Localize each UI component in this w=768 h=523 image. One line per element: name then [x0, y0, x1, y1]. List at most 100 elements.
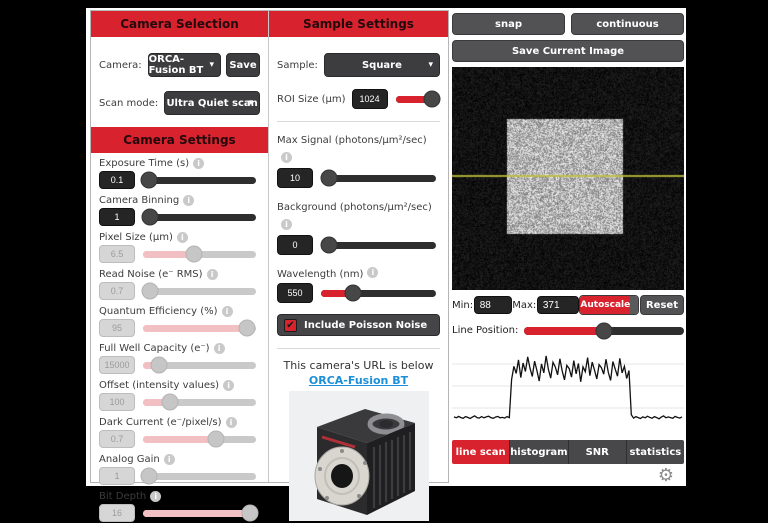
- slider-thumb[interactable]: [321, 237, 338, 254]
- scan-mode-label: Scan mode:: [99, 98, 158, 109]
- save-camera-button[interactable]: Save: [226, 53, 260, 77]
- slider-thumb[interactable]: [423, 91, 440, 108]
- sample-select-value: Square: [362, 60, 402, 71]
- camera-column: Camera Selection Camera: ORCA-Fusion BT …: [91, 11, 269, 482]
- settings-panel: Camera Selection Camera: ORCA-Fusion BT …: [90, 10, 449, 483]
- info-icon[interactable]: i: [214, 343, 225, 354]
- info-icon[interactable]: i: [367, 267, 378, 278]
- tab-histogram[interactable]: histogram: [510, 440, 568, 464]
- autoscale-toggle-handle[interactable]: [630, 296, 638, 314]
- bit-depth-value: [99, 504, 135, 522]
- tab-line-scan[interactable]: line scan: [452, 440, 510, 464]
- analog-gain-slider: [143, 473, 256, 480]
- max-signal-value[interactable]: [277, 168, 313, 188]
- scan-mode-select[interactable]: Ultra Quiet scan ▾: [164, 91, 260, 115]
- autoscale-toggle[interactable]: Autoscale: [579, 295, 639, 315]
- min-label: Min:: [452, 300, 473, 311]
- slider-thumb: [150, 357, 167, 374]
- pixel-size-value: [99, 245, 135, 263]
- wavelength-value[interactable]: [277, 283, 313, 303]
- camera-url-link[interactable]: ORCA-Fusion BT: [269, 374, 448, 387]
- offset-slider: [143, 399, 256, 406]
- roi-size-label: ROI Size (µm): [277, 94, 346, 105]
- dark-current-value: [99, 430, 135, 448]
- quantum-efficiency-group: Quantum Efficiency (%) i: [99, 305, 260, 338]
- offset-group: Offset (intensity values)i: [99, 379, 260, 412]
- info-icon[interactable]: i: [281, 152, 292, 163]
- info-icon[interactable]: i: [164, 454, 175, 465]
- quantum-efficiency-label: Quantum Efficiency (%): [99, 306, 218, 317]
- background-group: Background (photons/µm²/sec) i: [277, 195, 440, 256]
- info-icon[interactable]: i: [226, 417, 237, 428]
- camera-binning-slider[interactable]: [143, 214, 256, 221]
- info-icon[interactable]: i: [177, 232, 188, 243]
- save-current-image-button[interactable]: Save Current Image: [452, 40, 684, 62]
- exposure-time-slider[interactable]: [143, 177, 256, 184]
- info-icon[interactable]: i: [183, 195, 194, 206]
- read-noise-value: [99, 282, 135, 300]
- camera-image-canvas[interactable]: [452, 67, 684, 290]
- quantum-efficiency-slider: [143, 325, 256, 332]
- continuous-button[interactable]: continuous: [571, 13, 684, 35]
- slider-thumb: [238, 320, 255, 337]
- camera-binning-label: Camera Binning: [99, 195, 179, 206]
- sample-settings-header: Sample Settings: [269, 11, 448, 37]
- slider-thumb[interactable]: [140, 172, 157, 189]
- slider-thumb[interactable]: [345, 285, 362, 302]
- max-signal-group: Max Signal (photons/µm²/sec)i: [277, 128, 440, 189]
- max-signal-slider[interactable]: [321, 175, 436, 182]
- chevron-down-icon: ▾: [209, 60, 214, 70]
- exposure-time-value[interactable]: [99, 171, 135, 189]
- camera-product-image: [269, 391, 448, 521]
- slider-thumb: [141, 283, 158, 300]
- info-icon[interactable]: i: [223, 380, 234, 391]
- include-poisson-noise-toggle[interactable]: ✔ Include Poisson Noise: [277, 314, 440, 336]
- roi-size-value[interactable]: [352, 89, 388, 109]
- background-slider[interactable]: [321, 242, 436, 249]
- line-position-slider[interactable]: [524, 327, 684, 335]
- snap-button[interactable]: snap: [452, 13, 565, 35]
- info-icon[interactable]: i: [207, 269, 218, 280]
- slider-thumb[interactable]: [141, 209, 158, 226]
- reset-button[interactable]: Reset: [640, 295, 684, 315]
- info-icon[interactable]: i: [193, 158, 204, 169]
- info-icon[interactable]: i: [150, 491, 161, 502]
- bit-depth-slider: [143, 510, 256, 517]
- roi-size-slider[interactable]: [396, 96, 436, 103]
- camera-settings-header: Camera Settings: [91, 127, 268, 153]
- tab-snr[interactable]: SNR: [569, 440, 627, 464]
- slider-thumb: [185, 246, 202, 263]
- camera-select[interactable]: ORCA-Fusion BT ▾: [148, 53, 221, 77]
- line-position-label: Line Position:: [452, 325, 518, 336]
- read-noise-group: Read Noise (e⁻ RMS) i: [99, 268, 260, 301]
- scan-mode-select-value: Ultra Quiet scan: [166, 98, 257, 109]
- info-icon[interactable]: i: [281, 219, 292, 230]
- divider: [277, 348, 440, 349]
- slider-thumb[interactable]: [321, 170, 338, 187]
- autoscale-label: Autoscale: [580, 296, 630, 314]
- bit-depth-label: Bit Depth: [99, 491, 146, 502]
- read-noise-label: Read Noise (e⁻ RMS): [99, 269, 203, 280]
- full-well-capacity-slider: [143, 362, 256, 369]
- max-label: Max:: [512, 300, 536, 311]
- camera-binning-value[interactable]: [99, 208, 135, 226]
- max-input[interactable]: [537, 296, 579, 314]
- chevron-down-icon: ▾: [428, 60, 433, 70]
- slider-thumb[interactable]: [596, 322, 613, 339]
- info-icon[interactable]: i: [222, 306, 233, 317]
- dark-current-slider: [143, 436, 256, 443]
- camera-binning-group: Camera Binning i: [99, 194, 260, 227]
- checkbox-checked-icon[interactable]: ✔: [284, 319, 297, 332]
- min-input[interactable]: [474, 296, 512, 314]
- full-well-capacity-value: [99, 356, 135, 374]
- tab-statistics[interactable]: statistics: [627, 440, 684, 464]
- background-label: Background (photons/µm²/sec): [277, 202, 432, 213]
- sample-select[interactable]: Square ▾: [324, 53, 440, 77]
- wavelength-group: Wavelength (nm)i: [277, 262, 440, 304]
- wavelength-slider[interactable]: [321, 290, 436, 297]
- poisson-noise-label: Include Poisson Noise: [304, 320, 427, 331]
- analog-gain-label: Analog Gain: [99, 454, 160, 465]
- background-value[interactable]: [277, 235, 313, 255]
- line-scan-trace: [454, 356, 682, 419]
- gear-icon[interactable]: ⚙: [658, 466, 674, 486]
